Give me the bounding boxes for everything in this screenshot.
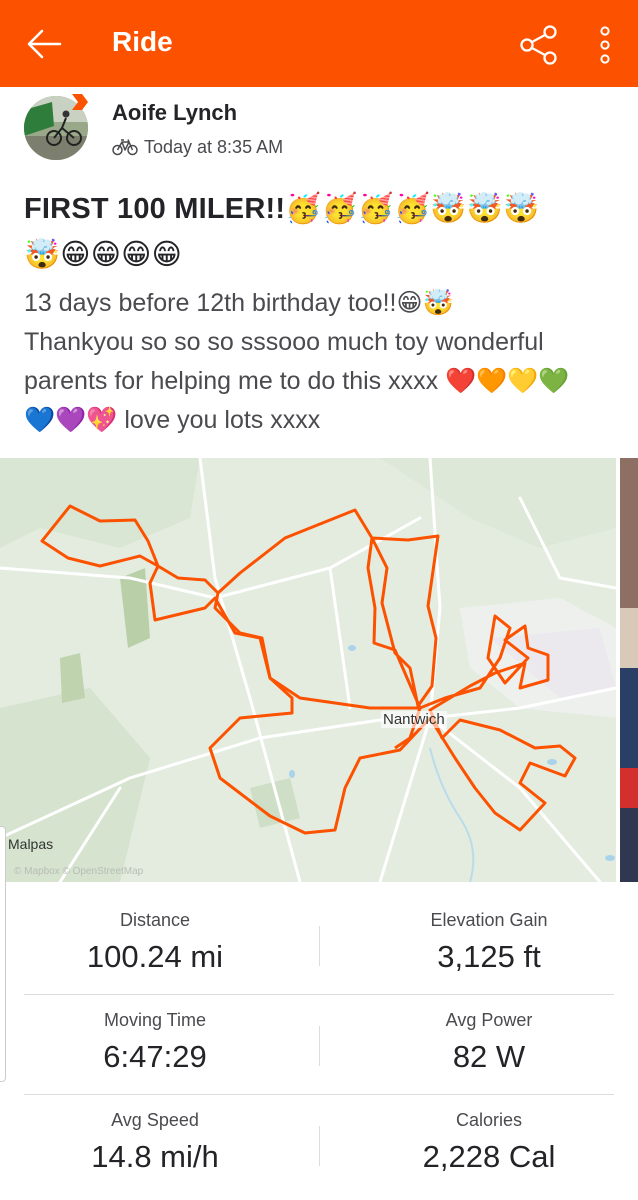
- description-line: parents for helping me to do this xxxx ❤…: [24, 367, 570, 395]
- map-canvas: [0, 458, 616, 882]
- top-app-bar: Ride: [0, 0, 638, 87]
- route-map[interactable]: [0, 458, 616, 882]
- photo-thumbnail: [620, 458, 638, 882]
- description-line: Thankyou so so so sssooo much toy wonder…: [24, 328, 544, 356]
- stat-distance: Distance 100.24 mi: [0, 910, 310, 975]
- next-photo-preview[interactable]: [620, 458, 638, 882]
- bicycle-icon: [112, 139, 138, 156]
- more-vertical-icon: [600, 26, 610, 64]
- stat-calories: Calories 2,228 Cal: [334, 1110, 638, 1175]
- stat-label: Moving Time: [103, 1010, 207, 1030]
- more-options-button[interactable]: [590, 24, 620, 66]
- stat-value: 82 W: [452, 1039, 526, 1074]
- stat-value: 14.8 mi/h: [91, 1139, 219, 1174]
- stat-value: 6:47:29: [103, 1039, 207, 1074]
- map-place-label: Malpas: [8, 836, 54, 852]
- activity-stats: Distance 100.24 mi Elevation Gain 3,125 …: [0, 896, 638, 1200]
- back-button[interactable]: [22, 22, 66, 66]
- stat-divider: [319, 1126, 320, 1166]
- description-line: 💙💜💖 love you lots xxxx: [24, 406, 321, 434]
- stat-moving-time: Moving Time 6:47:29: [0, 1010, 310, 1075]
- row-divider: [24, 1094, 614, 1095]
- activity-description: 13 days before 12th birthday too!!😁🤯 Tha…: [24, 284, 624, 440]
- stat-elevation-gain: Elevation Gain 3,125 ft: [334, 910, 638, 975]
- stat-value: 3,125 ft: [437, 939, 541, 974]
- share-icon: [520, 25, 557, 65]
- activity-title-line: 🤯😁😁😁😁: [24, 239, 183, 271]
- stat-value: 100.24 mi: [86, 939, 224, 974]
- stat-avg-power: Avg Power 82 W: [334, 1010, 638, 1075]
- arrow-left-icon: [27, 29, 62, 59]
- subscriber-badge-icon: [72, 94, 88, 110]
- description-line: 13 days before 12th birthday too!!😁🤯: [24, 289, 454, 317]
- athlete-name[interactable]: Aoife Lynch: [112, 100, 237, 126]
- stat-divider: [319, 1026, 320, 1066]
- activity-meta: Today at 8:35 AM: [112, 136, 283, 158]
- stat-label: Distance: [119, 910, 191, 930]
- stat-avg-speed: Avg Speed 14.8 mi/h: [0, 1110, 310, 1175]
- activity-title: FIRST 100 MILER!!🥳🥳🥳🥳🤯🤯🤯 🤯😁😁😁😁: [24, 186, 624, 278]
- activity-title-line: FIRST 100 MILER!!🥳🥳🥳🥳🤯🤯🤯: [24, 193, 540, 225]
- stat-label: Avg Power: [445, 1010, 533, 1030]
- stat-label: Elevation Gain: [430, 910, 548, 930]
- map-town-label: Nantwich: [381, 711, 447, 728]
- page-title: Ride: [112, 26, 173, 57]
- map-attribution[interactable]: © Mapbox © OpenStreetMap: [14, 866, 143, 877]
- stat-divider: [319, 926, 320, 966]
- row-divider: [24, 994, 614, 995]
- stat-label: Calories: [455, 1110, 523, 1130]
- activity-time: Today at 8:35 AM: [144, 136, 284, 157]
- share-button[interactable]: [518, 24, 560, 66]
- stat-label: Avg Speed: [111, 1110, 199, 1130]
- stat-value: 2,228 Cal: [422, 1139, 556, 1174]
